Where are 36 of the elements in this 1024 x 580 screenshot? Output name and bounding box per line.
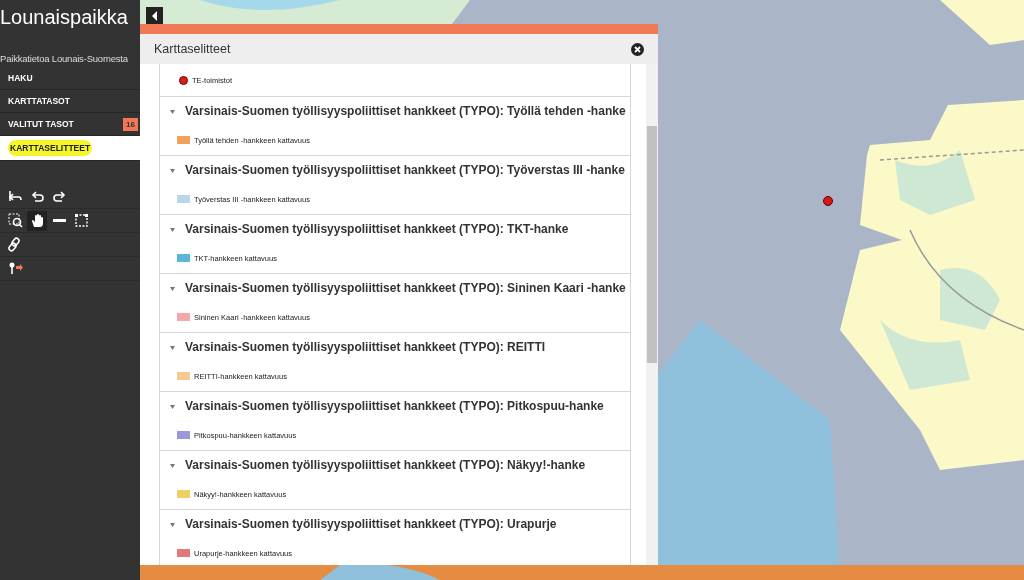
caret-down-icon[interactable] (169, 461, 176, 469)
hand-icon (29, 213, 45, 228)
caret-down-icon[interactable] (169, 343, 176, 351)
group-title: Varsinais-Suomen työllisyyspoliittiset hankkeet (TYPO): Urapurje (185, 517, 557, 531)
collapse-button[interactable] (146, 7, 163, 24)
close-button[interactable] (631, 42, 644, 56)
caret-icon (150, 10, 159, 21)
group-title: Varsinais-Suomen työllisyyspoliittiset hankkeet (TYPO): REITTI (185, 340, 546, 354)
caret-down-icon[interactable] (169, 284, 176, 292)
scrollbar[interactable] (646, 64, 658, 565)
link-icon (7, 237, 23, 252)
logo: Lounaispaikka (0, 5, 128, 30)
count-badge: 16 (123, 118, 138, 131)
caret-down-icon[interactable] (169, 107, 176, 115)
group-title: Varsinais-Suomen työllisyyspoliittiset hankkeet (TYPO): Sininen Kaari -hanke (185, 281, 626, 295)
undo-icon (29, 189, 45, 204)
tool-button[interactable] (27, 210, 47, 231)
caret-down-icon[interactable] (169, 166, 176, 174)
caret-down-icon[interactable] (169, 520, 176, 528)
area-select-icon (73, 213, 89, 228)
pin-arrow-icon (7, 261, 23, 276)
scroll-thumb[interactable] (647, 126, 657, 363)
panel-title: Karttaselitteet (154, 42, 231, 56)
group-title: Varsinais-Suomen työllisyyspoliittiset hankkeet (TYPO): Työverstas III -hanke (185, 163, 625, 177)
group-title: Varsinais-Suomen työllisyyspoliittiset hankkeet (TYPO): Pitkospuu-hanke (185, 399, 604, 413)
redo-icon (51, 189, 67, 204)
group-title: Varsinais-Suomen työllisyyspoliittiset hankkeet (TYPO): Näkyy!-hanke (185, 458, 586, 472)
close-icon (631, 42, 644, 56)
caret-down-icon[interactable] (169, 402, 176, 410)
subtitle: Paikkatietoa Lounais-Suomesta (0, 52, 128, 66)
caret-down-icon[interactable] (169, 225, 176, 233)
zoom-box-icon (7, 213, 23, 228)
home-arrow-icon (7, 189, 23, 204)
group-title: Varsinais-Suomen työllisyyspoliittiset hankkeet (TYPO): Työllä tehden -hanke (185, 104, 626, 118)
menu-item[interactable]: KARTTASELITTEET (0, 136, 140, 161)
group-title: Varsinais-Suomen työllisyyspoliittiset hankkeet (TYPO): TKT-hanke (185, 222, 569, 236)
